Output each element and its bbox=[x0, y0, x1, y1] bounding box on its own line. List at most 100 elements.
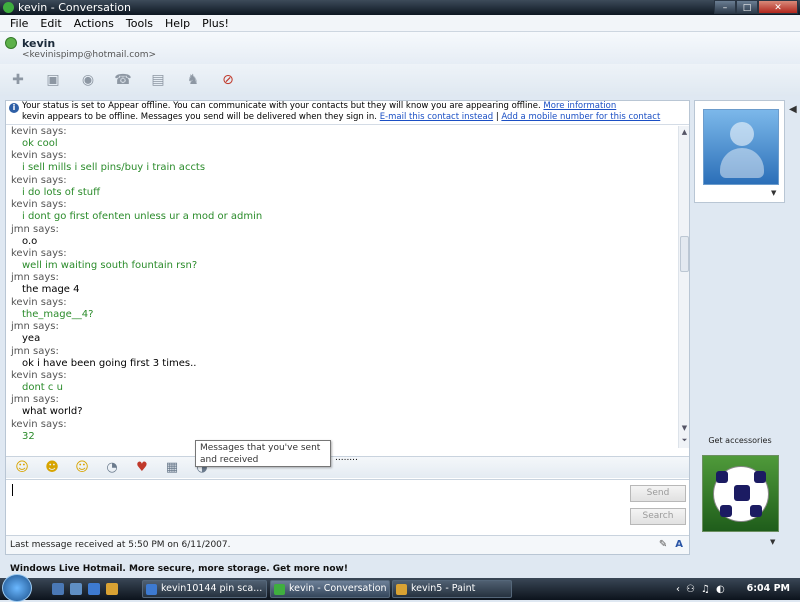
message-text: dont c u bbox=[22, 381, 63, 393]
activities-icon[interactable]: ▤ bbox=[148, 70, 168, 90]
message-text: the mage 4 bbox=[22, 284, 80, 296]
task-conversation[interactable]: kevin - Conversation bbox=[270, 580, 390, 598]
message-text: o.o bbox=[22, 235, 38, 247]
chat-message: kevin says: well im waiting south fountai… bbox=[11, 248, 678, 272]
info-bar: i Your status is set to Appear offline. … bbox=[6, 101, 689, 125]
minimize-button[interactable]: – bbox=[714, 0, 736, 14]
start-button[interactable] bbox=[2, 574, 32, 602]
emoticon-icon[interactable]: ☺ bbox=[12, 460, 32, 475]
gift-icon[interactable]: ♥ bbox=[132, 460, 152, 475]
scroll-down-icon[interactable]: ▼ bbox=[680, 424, 689, 433]
scroll-up-icon[interactable]: ▲ bbox=[680, 128, 689, 137]
tray-expand-icon[interactable]: ‹ bbox=[676, 584, 680, 595]
internet-explorer-icon[interactable] bbox=[88, 583, 100, 595]
collapse-pane-icon[interactable]: ◀ bbox=[789, 104, 797, 115]
advertisement-bar[interactable]: Windows Live Hotmail. More secure, more … bbox=[0, 560, 800, 578]
chat-message: kevin says: ok cool bbox=[11, 126, 678, 150]
my-display-picture[interactable] bbox=[702, 455, 779, 532]
contact-name[interactable]: kevin bbox=[22, 37, 55, 50]
message-text: the_mage__4? bbox=[22, 308, 94, 320]
avatar-body-shape bbox=[720, 148, 764, 178]
messenger-tray-icon[interactable]: ⚇ bbox=[686, 584, 695, 595]
task-conversation-label: kevin - Conversation bbox=[289, 583, 387, 594]
pen-icon[interactable]: ✎ bbox=[659, 536, 667, 554]
paint-icon bbox=[396, 584, 407, 595]
avatar-head-shape bbox=[730, 122, 754, 146]
call-icon[interactable]: ☎ bbox=[113, 70, 133, 90]
share-files-icon[interactable]: ▣ bbox=[43, 70, 63, 90]
menu-file[interactable]: File bbox=[4, 15, 34, 31]
menu-bar: File Edit Actions Tools Help Plus! bbox=[0, 15, 800, 32]
menu-tools[interactable]: Tools bbox=[120, 15, 159, 31]
typing-dots: ........ bbox=[335, 453, 358, 463]
more-information-link[interactable]: More information bbox=[543, 101, 616, 111]
volume-icon[interactable]: ♫ bbox=[701, 584, 710, 595]
search-button[interactable]: Search bbox=[630, 508, 686, 525]
message-sender: kevin says: bbox=[11, 296, 67, 308]
soccer-ball-picture bbox=[713, 466, 769, 522]
chat-message: kevin says: i dont go first ofenten unles… bbox=[11, 199, 678, 223]
contact-status-icon bbox=[5, 37, 17, 49]
chat-scrollbar[interactable]: ▲ ▼ ⏷ bbox=[678, 126, 689, 448]
info-line-1: Your status is set to Appear offline. Yo… bbox=[22, 101, 689, 112]
compose-area[interactable]: Send Search bbox=[6, 479, 689, 535]
clock[interactable]: 6:04 PM bbox=[747, 578, 790, 600]
message-history[interactable]: kevin says: ok cool kevin says: i sell mill… bbox=[6, 126, 678, 448]
chat-message: jmn says: yea bbox=[11, 321, 678, 345]
background-icon[interactable]: ▦ bbox=[162, 460, 182, 475]
voice-clip-icon[interactable]: ☺ bbox=[72, 460, 92, 475]
message-sender: kevin says: bbox=[11, 199, 67, 211]
folder-icon[interactable] bbox=[106, 583, 118, 595]
font-icon[interactable]: A bbox=[675, 536, 683, 554]
email-contact-link[interactable]: E-mail this contact instead bbox=[380, 112, 493, 122]
task-paint-label: kevin5 - Paint bbox=[411, 583, 476, 594]
chat-message: jmn says: ok i have been going first 3 ti… bbox=[11, 346, 678, 370]
show-desktop-icon[interactable] bbox=[52, 583, 64, 595]
menu-edit[interactable]: Edit bbox=[34, 15, 67, 31]
wink-icon[interactable]: ☻ bbox=[42, 460, 62, 475]
display-pictures-pane: ▼ Get accessories ▼ bbox=[694, 100, 786, 555]
text-caret bbox=[12, 484, 13, 496]
add-mobile-link[interactable]: Add a mobile number for this contact bbox=[501, 112, 660, 122]
system-tray: ‹ ⚇ ♫ ◐ bbox=[670, 578, 740, 600]
chat-message: kevin says: dont c u bbox=[11, 370, 678, 394]
nudge-icon[interactable]: ◔ bbox=[102, 460, 122, 475]
menu-actions[interactable]: Actions bbox=[68, 15, 120, 31]
messenger-app-icon bbox=[3, 2, 14, 13]
block-icon[interactable]: ⊘ bbox=[218, 70, 238, 90]
close-button[interactable]: ✕ bbox=[758, 0, 798, 14]
status-line: Last message received at 5:50 PM on 6/11… bbox=[6, 535, 689, 554]
contact-picture-dropdown-icon[interactable]: ▼ bbox=[771, 189, 776, 197]
scroll-end-icon[interactable]: ⏷ bbox=[680, 436, 689, 445]
task-paint[interactable]: kevin5 - Paint bbox=[392, 580, 512, 598]
info-icon: i bbox=[9, 103, 19, 113]
chat-message: jmn says: what world? bbox=[11, 394, 678, 418]
message-text: yea bbox=[22, 333, 41, 345]
network-icon[interactable]: ◐ bbox=[716, 584, 725, 595]
send-button[interactable]: Send bbox=[630, 485, 686, 502]
conversation-panel: i Your status is set to Appear offline. … bbox=[5, 100, 690, 555]
invite-icon[interactable]: ✚ bbox=[8, 70, 28, 90]
contact-email: <kevinispimp@hotmail.com> bbox=[22, 50, 157, 60]
chat-message: kevin says: the_mage__4? bbox=[11, 297, 678, 321]
menu-plus[interactable]: Plus! bbox=[196, 15, 235, 31]
message-text: well im waiting south fountain rsn? bbox=[22, 259, 198, 271]
games-icon[interactable]: ♞ bbox=[183, 70, 203, 90]
window-controls: – □ ✕ bbox=[714, 0, 798, 14]
message-text: what world? bbox=[22, 406, 83, 418]
switch-windows-icon[interactable] bbox=[70, 583, 82, 595]
conversation-toolbar: ✚ ▣ ◉ ☎ ▤ ♞ ⊘ bbox=[0, 64, 800, 96]
webcam-icon[interactable]: ◉ bbox=[78, 70, 98, 90]
message-sender: jmn says: bbox=[11, 394, 59, 406]
message-text: ok i have been going first 3 times.. bbox=[22, 357, 197, 369]
menu-help[interactable]: Help bbox=[159, 15, 196, 31]
task-browser[interactable]: kevin10144 pin sca... bbox=[142, 580, 267, 598]
my-picture-dropdown-icon[interactable]: ▼ bbox=[770, 538, 775, 546]
message-sender: kevin says: bbox=[11, 369, 67, 381]
message-sender: jmn says: bbox=[11, 223, 59, 235]
maximize-button[interactable]: □ bbox=[736, 0, 758, 14]
contact-avatar[interactable] bbox=[703, 109, 779, 185]
scroll-thumb[interactable] bbox=[680, 236, 689, 272]
messenger-icon bbox=[274, 584, 285, 595]
get-accessories-link[interactable]: Get accessories bbox=[694, 436, 786, 445]
